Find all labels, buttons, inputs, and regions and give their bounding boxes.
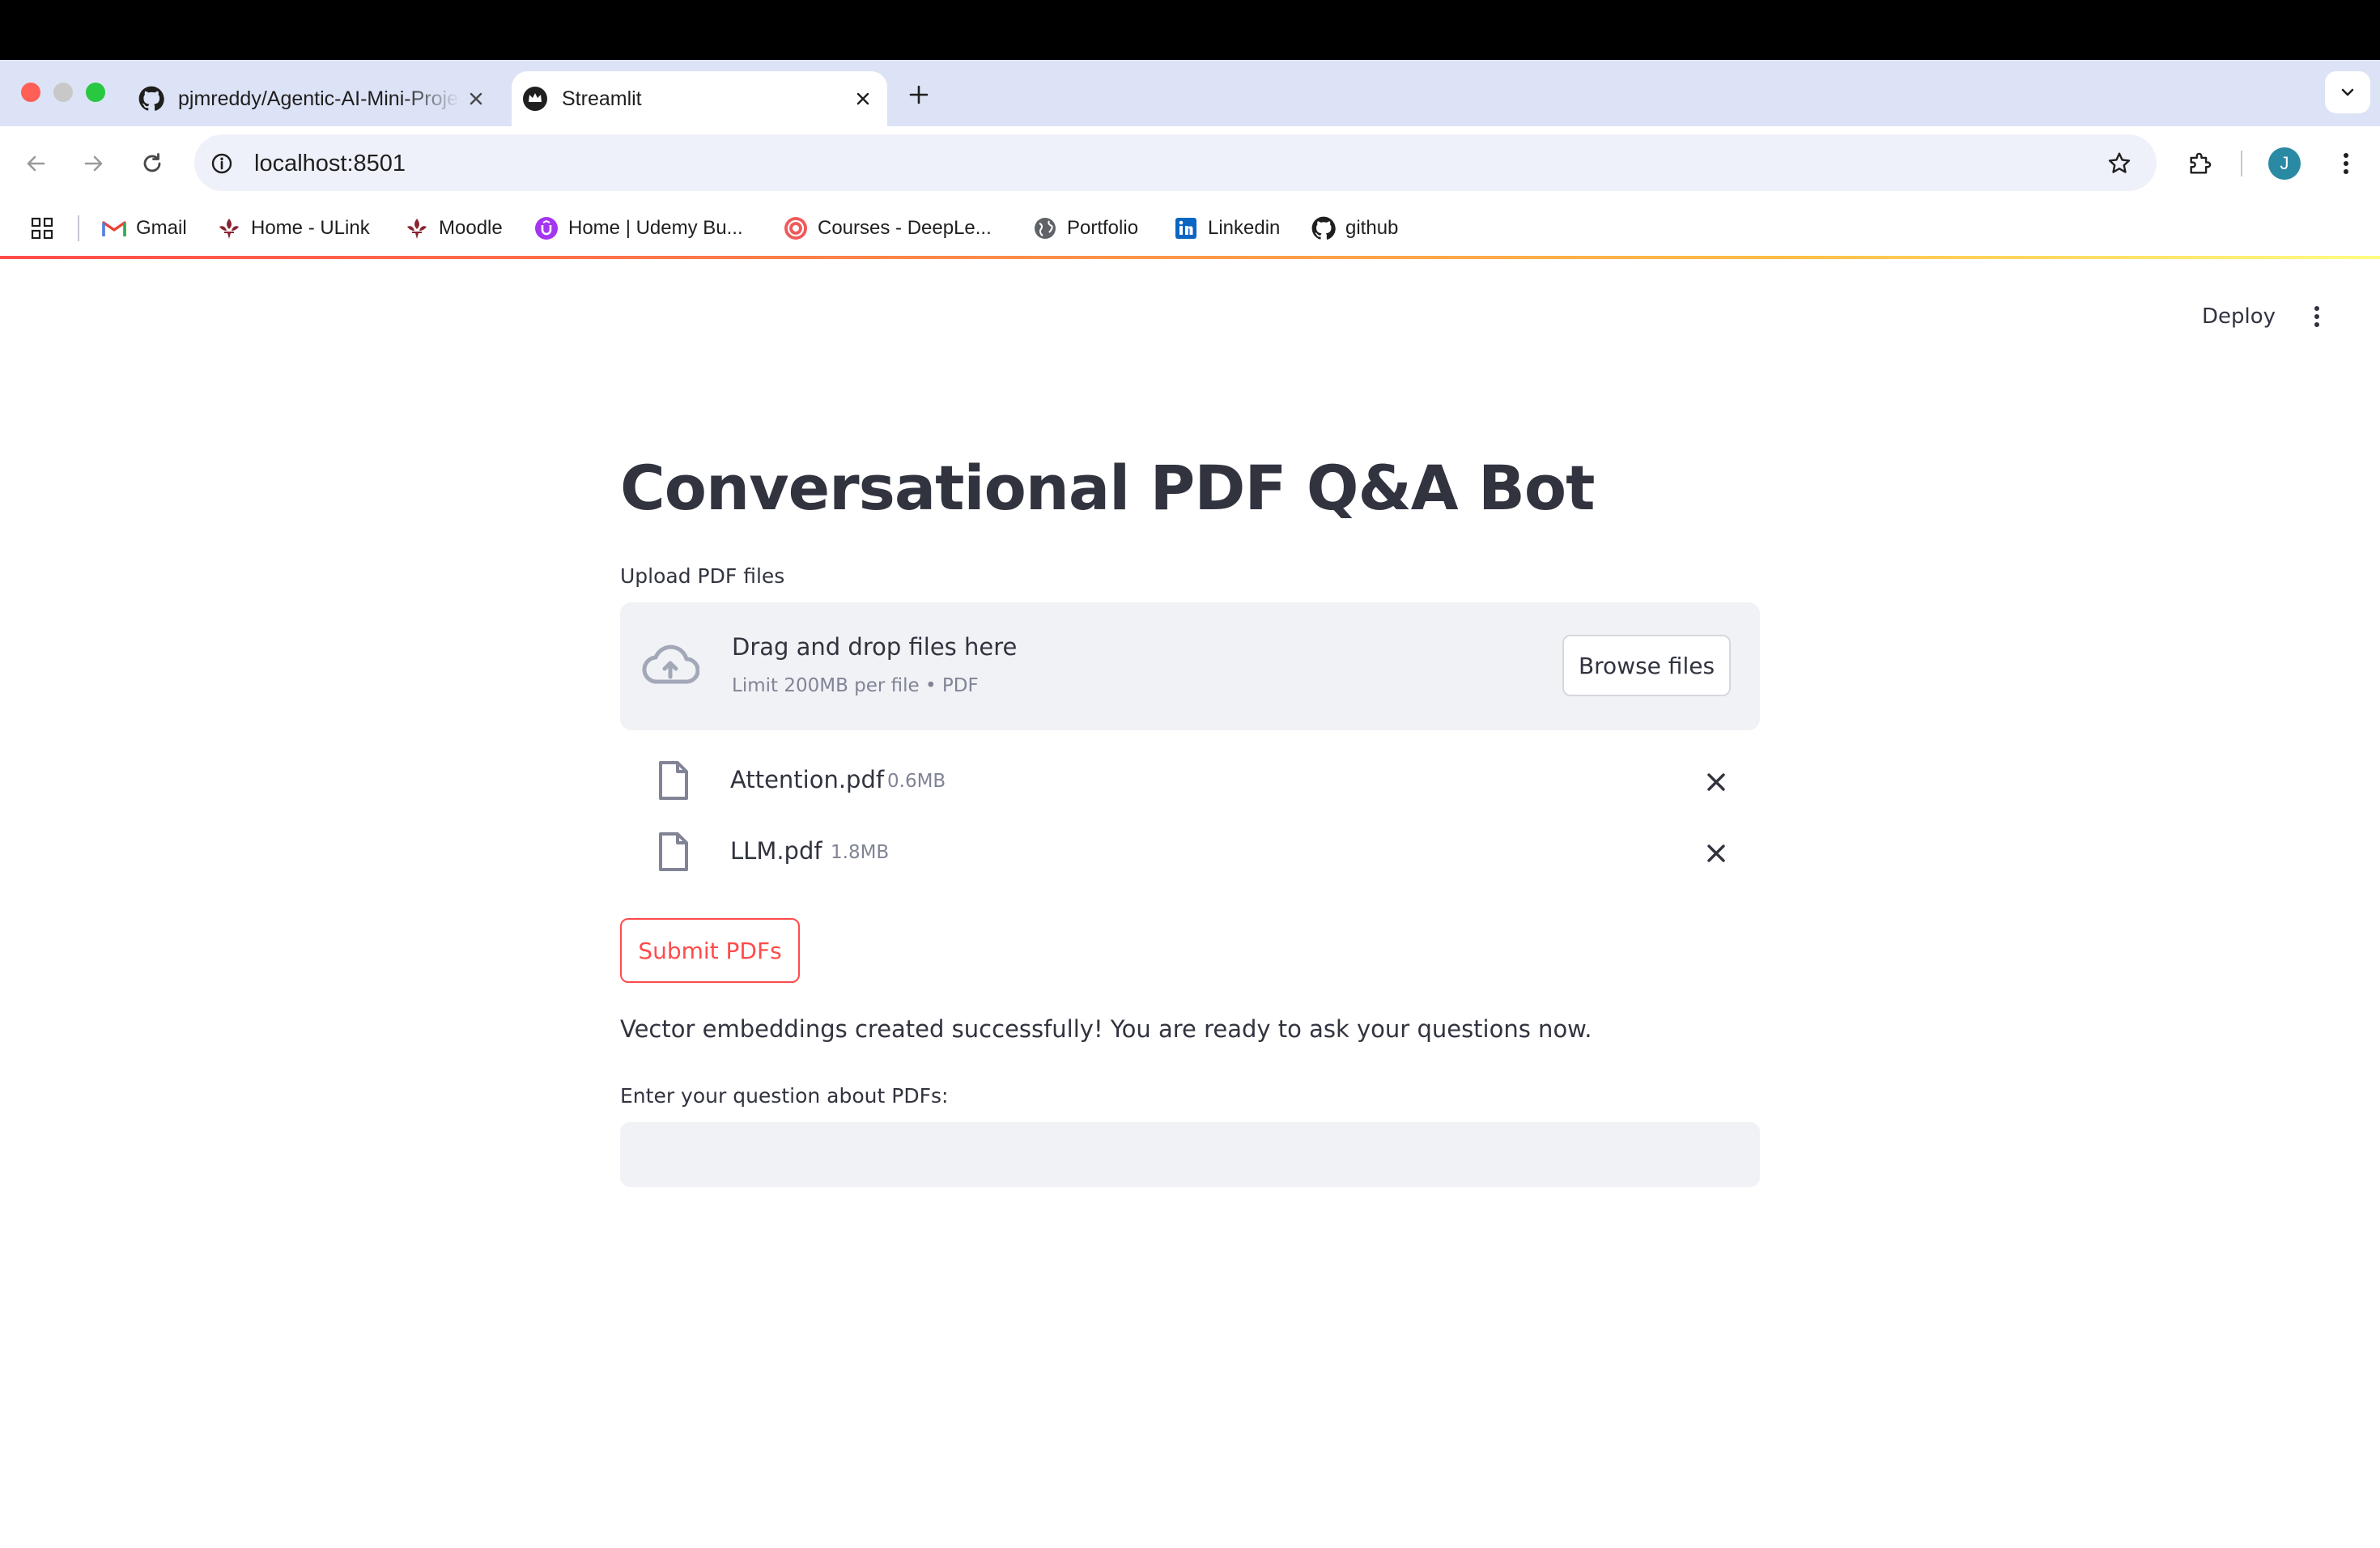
file-document-icon — [656, 831, 691, 873]
tab-github[interactable]: pjmreddy/Agentic-AI-Mini-Projects — [133, 71, 500, 126]
bookmark-label: Courses - DeepLe... — [818, 217, 992, 239]
bookmark-github[interactable]: github — [1311, 207, 1398, 249]
tab-title: Streamlit — [562, 87, 642, 110]
bookmark-home-ulink[interactable]: Home - ULink — [217, 207, 370, 249]
forward-arrow-icon[interactable] — [78, 147, 110, 180]
back-arrow-icon[interactable] — [19, 147, 52, 180]
fleur-de-lis-icon — [405, 216, 429, 240]
bookmark-label: Moodle — [439, 217, 503, 239]
gmail-icon — [102, 216, 126, 240]
bookmark-linkedin[interactable]: Linkedin — [1174, 207, 1280, 249]
bookmark-label: Home - ULink — [251, 217, 370, 239]
bookmark-label: Linkedin — [1208, 217, 1281, 239]
github-icon — [138, 85, 165, 113]
bookmark-moodle[interactable]: Moodle — [405, 207, 503, 249]
url-text[interactable]: localhost:8501 — [254, 147, 406, 180]
dropzone-limit: Limit 200MB per file • PDF — [732, 675, 979, 696]
file-document-icon — [656, 759, 691, 802]
question-input[interactable] — [620, 1122, 1760, 1187]
udemy-icon — [534, 216, 559, 240]
bookmark-star-icon[interactable] — [2102, 146, 2137, 181]
tab-streamlit[interactable]: Streamlit — [512, 71, 887, 126]
apps-grid-icon[interactable] — [29, 215, 55, 241]
tab-title: pjmreddy/Agentic-AI-Mini-Projects — [178, 87, 460, 110]
status-message: Vector embeddings created successfully! … — [620, 1015, 1592, 1043]
minimize-window-button[interactable] — [53, 83, 73, 102]
close-window-button[interactable] — [21, 83, 40, 102]
screen-top-bar — [0, 0, 2380, 60]
file-size: 1.8MB — [831, 842, 890, 863]
fleur-de-lis-icon — [217, 216, 241, 240]
bookmarks-divider — [78, 215, 79, 241]
deeplearning-icon — [784, 216, 808, 240]
github-icon — [1311, 216, 1336, 240]
streamlit-crown-icon — [521, 85, 549, 113]
browser-menu-kebab-icon[interactable] — [2330, 146, 2362, 181]
bookmark-deeplearning[interactable]: Courses - DeepLe... — [784, 207, 992, 249]
file-name: Attention.pdf — [730, 766, 885, 793]
zoom-window-button[interactable] — [86, 83, 105, 102]
tab-close-icon[interactable] — [460, 90, 492, 108]
bookmark-portfolio[interactable]: Portfolio — [1033, 207, 1138, 249]
new-tab-plus-icon[interactable] — [902, 78, 936, 112]
dropzone-instructions: Drag and drop files here — [732, 633, 1018, 661]
toolbar-divider — [2241, 151, 2242, 176]
remove-file-close-icon[interactable] — [1698, 836, 1734, 871]
file-name: LLM.pdf — [730, 837, 822, 865]
streamlit-decoration-bar — [0, 256, 2380, 259]
deploy-button[interactable]: Deploy — [2202, 300, 2276, 334]
uploaded-file-row: LLM.pdf 1.8MB — [620, 826, 1760, 876]
extensions-puzzle-icon[interactable] — [2182, 146, 2218, 181]
tab-search-chevron-down-icon[interactable] — [2325, 71, 2370, 113]
reload-icon[interactable] — [136, 147, 168, 180]
tab-close-icon[interactable] — [847, 90, 879, 108]
linkedin-icon — [1174, 216, 1198, 240]
site-info-icon[interactable] — [206, 147, 238, 180]
bookmark-label: Home | Udemy Bu... — [568, 217, 743, 239]
submit-pdfs-button[interactable]: Submit PDFs — [620, 918, 800, 983]
file-dropzone[interactable]: Drag and drop files here Limit 200MB per… — [620, 602, 1760, 730]
bookmark-label: Portfolio — [1067, 217, 1139, 239]
uploaded-file-row: Attention.pdf 0.6MB — [620, 755, 1760, 805]
browse-files-button[interactable]: Browse files — [1562, 635, 1731, 696]
bookmark-label: Gmail — [136, 217, 187, 239]
profile-avatar[interactable]: J — [2268, 147, 2301, 180]
bookmark-label: github — [1345, 217, 1399, 239]
remove-file-close-icon[interactable] — [1698, 764, 1734, 800]
uploader-label: Upload PDF files — [620, 564, 785, 588]
cloud-upload-icon — [641, 641, 699, 690]
bookmark-gmail[interactable]: Gmail — [102, 207, 187, 249]
bookmark-udemy[interactable]: Home | Udemy Bu... — [534, 207, 743, 249]
question-label: Enter your question about PDFs: — [620, 1084, 949, 1108]
file-size: 0.6MB — [887, 771, 946, 792]
main-menu-kebab-icon[interactable] — [2301, 300, 2333, 334]
address-bar[interactable] — [194, 134, 2157, 191]
page-title: Conversational PDF Q&A Bot — [620, 452, 1595, 524]
globe-icon — [1033, 216, 1057, 240]
